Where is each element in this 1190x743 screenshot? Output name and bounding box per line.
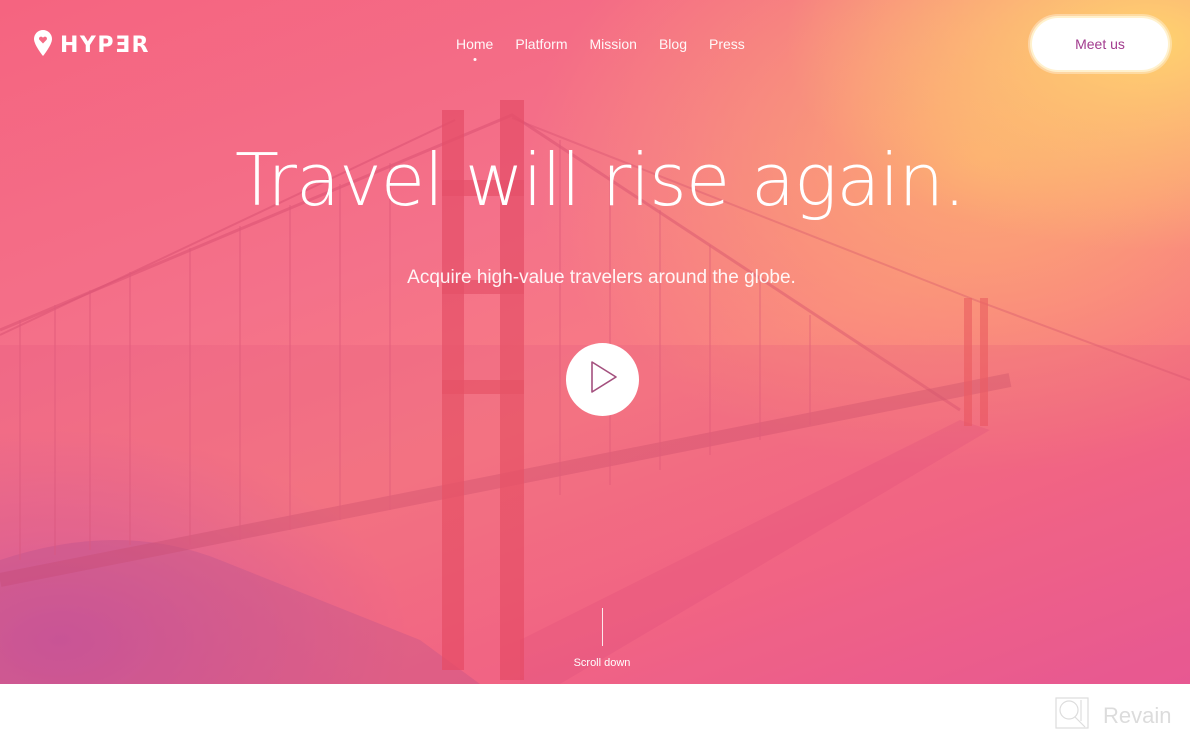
nav-item-platform[interactable]: Platform: [515, 36, 567, 52]
play-icon: [586, 358, 620, 401]
play-video-button[interactable]: [566, 343, 639, 416]
nav-item-home[interactable]: Home: [456, 36, 493, 52]
map-pin-heart-icon: [34, 30, 52, 61]
main-nav: Home Platform Mission Blog Press: [456, 36, 745, 52]
nav-item-blog[interactable]: Blog: [659, 36, 687, 52]
brand-logo[interactable]: HYPƎR: [34, 30, 150, 61]
brand-name: HYPƎR: [60, 33, 150, 58]
hero-section: HYPƎR Home Platform Mission Blog Press M…: [0, 0, 1190, 684]
top-navigation-bar: HYPƎR Home Platform Mission Blog Press M…: [0, 0, 1190, 90]
revain-label: Revain: [1103, 702, 1172, 728]
meet-us-button[interactable]: Meet us: [1030, 16, 1170, 72]
revain-logo-icon: [1055, 697, 1089, 734]
scroll-indicator-line: [602, 608, 603, 646]
scroll-down-link[interactable]: Scroll down: [0, 657, 1190, 669]
revain-watermark: Revain: [1055, 697, 1171, 734]
nav-item-press[interactable]: Press: [709, 36, 745, 52]
nav-item-mission[interactable]: Mission: [589, 36, 636, 52]
hero-headline: Travel will rise again.: [235, 138, 966, 222]
hero-subheadline: Acquire high-value travelers around the …: [407, 267, 796, 288]
bridge-background-image: [0, 100, 1190, 684]
